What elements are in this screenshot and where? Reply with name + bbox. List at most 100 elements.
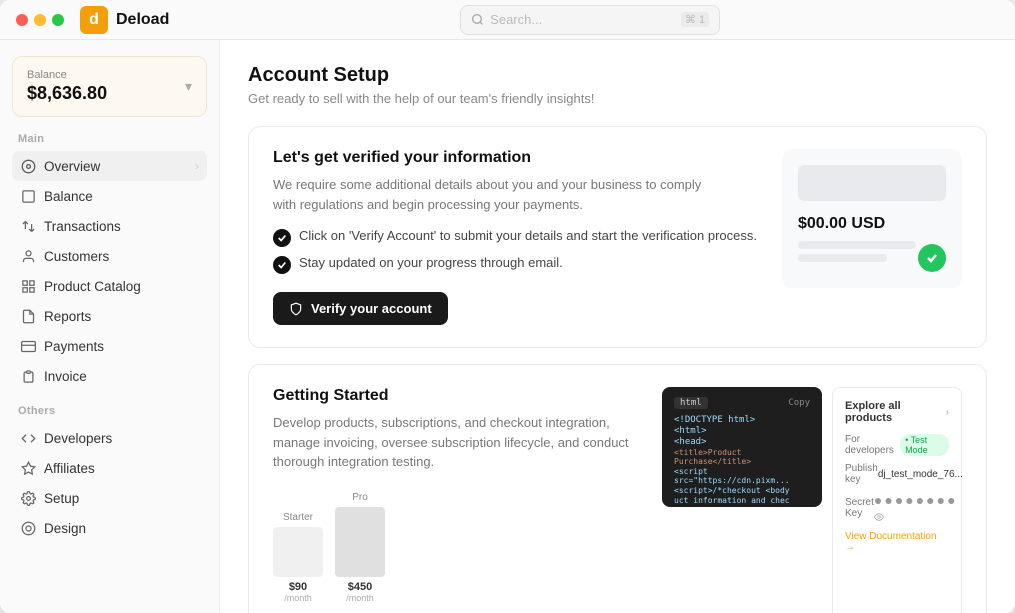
sidebar-item-payments[interactable]: Payments bbox=[12, 331, 207, 361]
api-for-developers-row: For developers • Test Mode bbox=[845, 434, 949, 456]
api-panel-header: Explore all products › bbox=[845, 400, 949, 424]
product-catalog-icon bbox=[20, 278, 36, 294]
app-window: d Deload Search... ⌘ 1 Balance $8,636.80… bbox=[0, 0, 1015, 613]
sidebar-item-design-label: Design bbox=[44, 521, 86, 536]
setup-icon bbox=[20, 490, 36, 506]
starter-label: Starter bbox=[273, 512, 323, 523]
sidebar-item-transactions[interactable]: Transactions bbox=[12, 211, 207, 241]
main-nav-group: Main Overview › Balance bbox=[12, 133, 207, 391]
window-controls bbox=[16, 14, 64, 26]
code-line-4: <title>Product Purchase</title> bbox=[674, 448, 810, 466]
shield-icon bbox=[289, 302, 303, 316]
logo-text: Deload bbox=[116, 11, 169, 29]
verify-step-2: Stay updated on your progress through em… bbox=[273, 255, 762, 274]
sidebar-item-transactions-label: Transactions bbox=[44, 219, 121, 234]
balance-amount: $8,636.80 bbox=[27, 83, 107, 104]
view-documentation-link[interactable]: View Documentation → bbox=[845, 531, 949, 553]
main-layout: Balance $8,636.80 ▾ Main Overview › bbox=[0, 40, 1015, 613]
transactions-icon bbox=[20, 218, 36, 234]
sidebar-item-reports-label: Reports bbox=[44, 309, 91, 324]
sidebar-item-setup[interactable]: Setup bbox=[12, 483, 207, 513]
starter-price-col: Starter $90 /month bbox=[273, 512, 323, 603]
code-line-1: <!DOCTYPE html> bbox=[674, 415, 810, 425]
for-developers-label: For developers bbox=[845, 434, 900, 456]
sidebar-item-overview-label: Overview bbox=[44, 159, 100, 174]
publish-key-label: Publish key bbox=[845, 463, 878, 485]
others-section-label: Others bbox=[12, 405, 207, 417]
close-dot[interactable] bbox=[16, 14, 28, 26]
balance-nav-icon bbox=[20, 188, 36, 204]
sidebar-item-affiliates-label: Affiliates bbox=[44, 461, 95, 476]
starter-period: /month bbox=[273, 593, 323, 603]
sidebar-item-affiliates[interactable]: Affiliates bbox=[12, 453, 207, 483]
sidebar-item-product-catalog-label: Product Catalog bbox=[44, 279, 141, 294]
search-placeholder: Search... bbox=[490, 12, 542, 27]
sidebar-item-developers-label: Developers bbox=[44, 431, 112, 446]
titlebar: d Deload Search... ⌘ 1 bbox=[0, 0, 1015, 40]
starter-bar bbox=[273, 527, 323, 577]
secret-key-label: Secret Key bbox=[845, 497, 874, 519]
verify-step-1-text: Click on 'Verify Account' to submit your… bbox=[299, 228, 757, 243]
developers-icon bbox=[20, 430, 36, 446]
verify-card: Let's get verified your information We r… bbox=[248, 126, 987, 348]
pro-label: Pro bbox=[335, 492, 385, 503]
verify-preview: $00.00 USD bbox=[782, 149, 962, 288]
code-copy-button[interactable]: Copy bbox=[788, 398, 810, 408]
main-content: Account Setup Get ready to sell with the… bbox=[220, 40, 1015, 613]
balance-card[interactable]: Balance $8,636.80 ▾ bbox=[12, 56, 207, 117]
getting-started-description: Develop products, subscriptions, and che… bbox=[273, 413, 633, 472]
overview-icon bbox=[20, 158, 36, 174]
design-icon bbox=[20, 520, 36, 536]
getting-started-content: Getting Started Develop products, subscr… bbox=[273, 387, 642, 613]
code-line-6: <script>/*checkout <body bbox=[674, 486, 810, 495]
sidebar-item-developers[interactable]: Developers bbox=[12, 423, 207, 453]
sidebar-item-customers[interactable]: Customers bbox=[12, 241, 207, 271]
sidebar-item-balance[interactable]: Balance bbox=[12, 181, 207, 211]
secret-key-dots: ●●●●●●●● bbox=[874, 492, 958, 524]
verify-content: Let's get verified your information We r… bbox=[273, 149, 762, 325]
verify-steps: Click on 'Verify Account' to submit your… bbox=[273, 228, 762, 274]
affiliates-icon bbox=[20, 460, 36, 476]
sidebar-item-invoice[interactable]: Invoice bbox=[12, 361, 207, 391]
main-section-label: Main bbox=[12, 133, 207, 145]
sidebar-item-reports[interactable]: Reports bbox=[12, 301, 207, 331]
verify-step-1: Click on 'Verify Account' to submit your… bbox=[273, 228, 762, 247]
page-title: Account Setup bbox=[248, 64, 987, 87]
pro-price: $450 bbox=[335, 581, 385, 593]
pro-period: /month bbox=[335, 593, 385, 603]
customers-icon bbox=[20, 248, 36, 264]
sidebar-item-overview[interactable]: Overview › bbox=[12, 151, 207, 181]
starter-price: $90 bbox=[273, 581, 323, 593]
maximize-dot[interactable] bbox=[52, 14, 64, 26]
balance-info: Balance $8,636.80 bbox=[27, 69, 107, 104]
code-preview: html Copy <!DOCTYPE html> <html> <head> … bbox=[662, 387, 822, 507]
verify-title: Let's get verified your information bbox=[273, 149, 762, 167]
verify-description: We require some additional details about… bbox=[273, 175, 713, 214]
getting-started-right: html Copy <!DOCTYPE html> <html> <head> … bbox=[662, 387, 962, 613]
getting-started-title: Getting Started bbox=[273, 387, 642, 405]
getting-started-inner: Getting Started Develop products, subscr… bbox=[273, 387, 962, 613]
view-docs-label: View Documentation → bbox=[845, 531, 949, 553]
verify-account-button[interactable]: Verify your account bbox=[273, 292, 448, 325]
code-line-5: <script src="https://cdn.pixm... bbox=[674, 467, 810, 485]
sidebar-item-invoice-label: Invoice bbox=[44, 369, 87, 384]
minimize-dot[interactable] bbox=[34, 14, 46, 26]
sidebar-item-product-catalog[interactable]: Product Catalog bbox=[12, 271, 207, 301]
balance-chevron-icon[interactable]: ▾ bbox=[185, 78, 192, 95]
sidebar-item-payments-label: Payments bbox=[44, 339, 104, 354]
preview-amount: $00.00 USD bbox=[798, 215, 946, 233]
code-lang: html bbox=[674, 397, 708, 409]
search-bar[interactable]: Search... ⌘ 1 bbox=[460, 5, 720, 35]
publish-key-value: dj_test_mode_76... bbox=[878, 469, 963, 480]
api-header-label: Explore all products bbox=[845, 400, 946, 424]
test-mode-badge: • Test Mode bbox=[900, 434, 949, 456]
sidebar-item-design[interactable]: Design bbox=[12, 513, 207, 543]
pro-bar bbox=[335, 507, 385, 577]
api-publish-key-row: Publish key dj_test_mode_76... bbox=[845, 463, 949, 485]
check-icon-2 bbox=[273, 256, 291, 274]
code-line-7: uct information and chec bbox=[674, 496, 810, 505]
search-icon bbox=[471, 13, 484, 26]
verify-card-inner: Let's get verified your information We r… bbox=[273, 149, 962, 325]
sidebar-item-customers-label: Customers bbox=[44, 249, 109, 264]
invoice-icon bbox=[20, 368, 36, 384]
